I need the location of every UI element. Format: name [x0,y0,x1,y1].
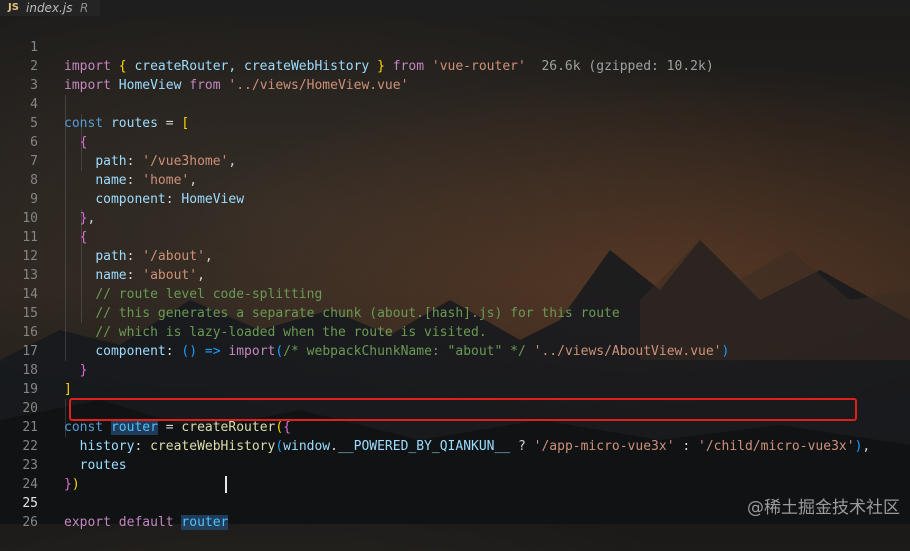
code-line: 20 const router = createRouter({ [22,401,291,435]
code-line: 1 import { createRouter, createWebHistor… [0,19,910,74]
code-line: 13 // route level code-splitting [22,268,323,302]
code-line: 10 { [22,211,88,245]
text-cursor [225,476,227,493]
watermark: @稀土掘金技术社区 [747,498,900,518]
code-line: 17 } [22,344,88,378]
tab-filename: index.js [26,1,73,15]
code-line: 15 // which is lazy-loaded when the rout… [22,306,487,340]
code-line-current: 25 export default router [22,496,229,530]
tab-index-js[interactable]: JS index.js R [0,0,100,16]
code-line: 3 [30,78,38,93]
code-line: 11 path: '/about', [22,230,213,264]
tab-git-status: R [80,1,89,15]
editor-tab-bar: JS index.js R [0,0,910,16]
javascript-file-icon: JS [8,2,19,13]
code-line: 23 }) [22,458,80,492]
code-line: 8 component: HomeView [30,173,245,207]
code-line: 12 name: 'about', [22,249,205,283]
code-line: 24 [22,477,38,492]
code-line: 16 component: () => import(/* webpackChu… [22,325,730,359]
code-line: 2 import HomeView from '../views/HomeVie… [30,59,409,93]
code-line: 4 const routes = [ [30,97,190,131]
code-line: 9 }, [30,192,96,226]
code-line: 7 name: 'home', [30,154,198,188]
code-line: 14 // this generates a separate chunk (a… [22,287,620,321]
code-line: 19 [22,382,38,397]
code-line: 5 { [30,116,88,150]
code-line: 6 path: '/vue3home', [30,135,237,169]
highlight-annotation-box [69,398,857,421]
code-line: 18 ] [22,363,72,397]
